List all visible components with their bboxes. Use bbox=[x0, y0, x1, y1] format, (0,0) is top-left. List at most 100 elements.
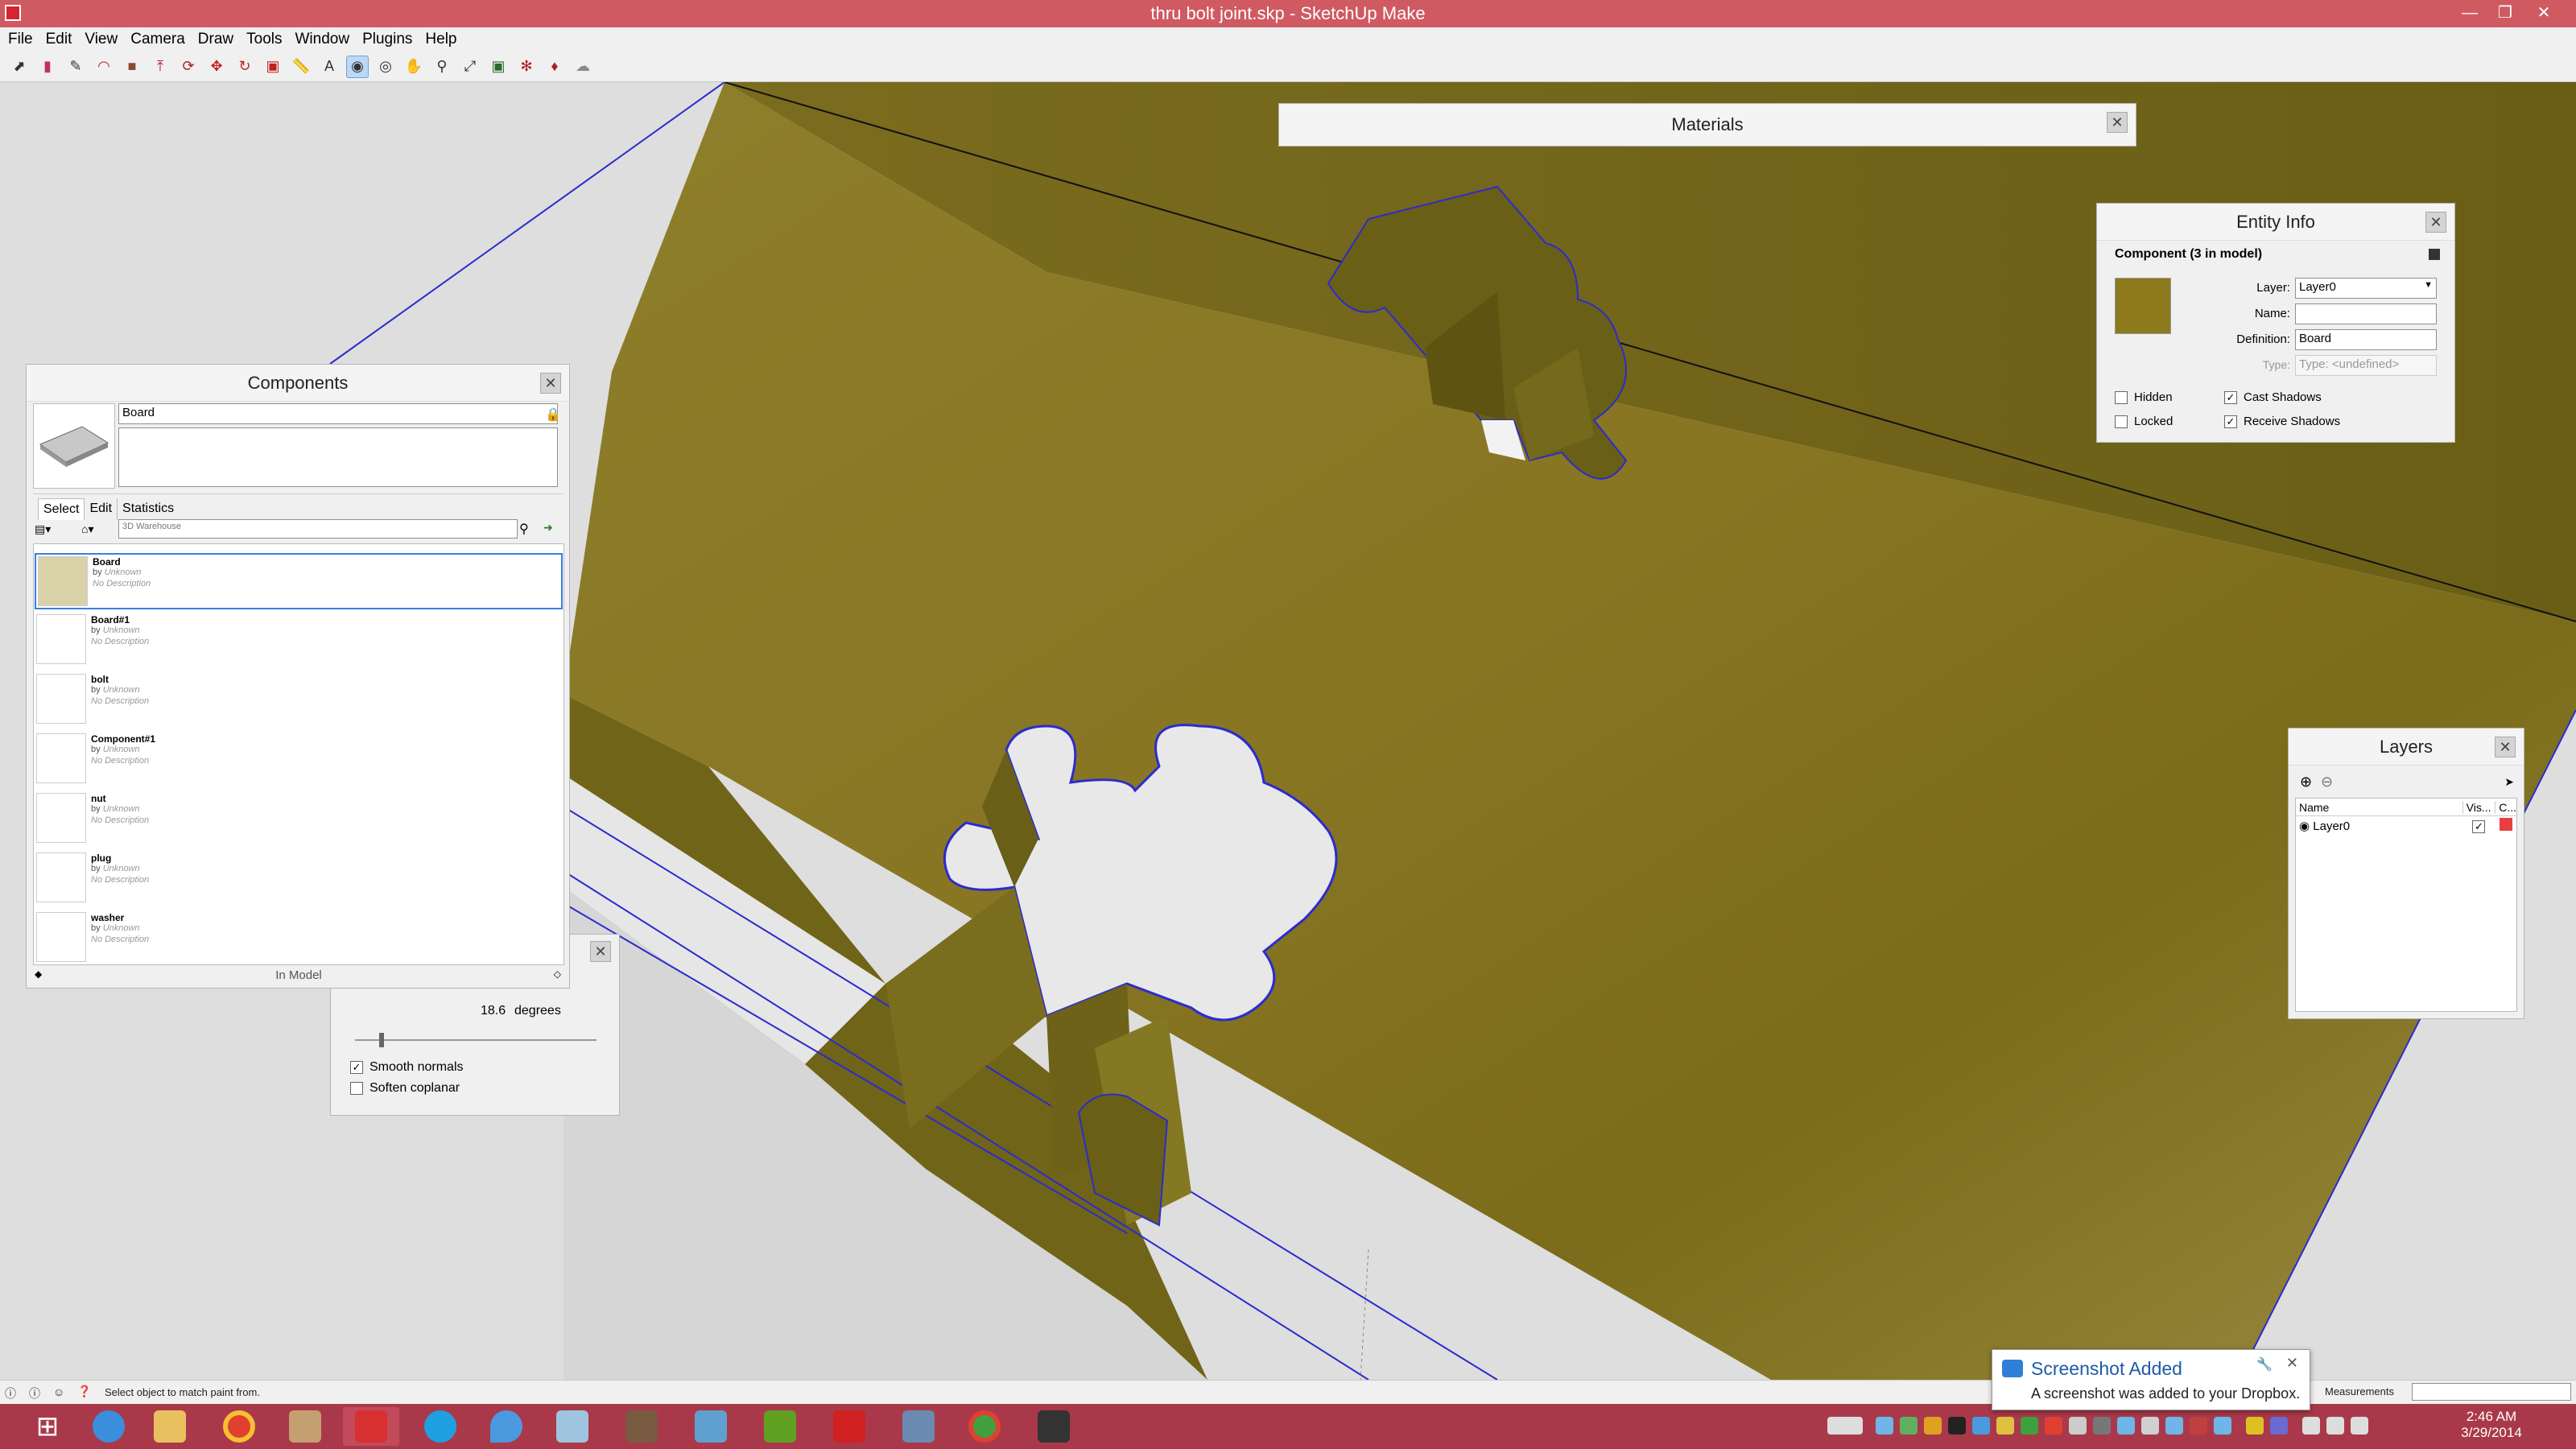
menu-window[interactable]: Window bbox=[295, 31, 350, 48]
skype-icon[interactable] bbox=[412, 1407, 469, 1446]
table-row[interactable]: ◉ Layer0 ✓ bbox=[2296, 816, 2516, 836]
sketchup-app-icon[interactable] bbox=[5, 5, 21, 21]
tray-app-icon[interactable] bbox=[1924, 1417, 1942, 1435]
zoom-extents-icon[interactable]: ⤢ bbox=[459, 56, 481, 78]
search-icon[interactable]: ⚲ bbox=[519, 521, 529, 537]
entity-info-title-bar[interactable]: Entity Info ✕ bbox=[2097, 204, 2454, 241]
minimize-button[interactable]: — bbox=[2454, 2, 2486, 24]
tab-statistics[interactable]: Statistics bbox=[117, 498, 179, 520]
soften-edges-close-button[interactable]: ✕ bbox=[590, 941, 611, 962]
list-item[interactable]: bolt by Unknown No Description bbox=[35, 672, 563, 729]
component-name-field[interactable]: Board bbox=[118, 403, 558, 424]
list-item[interactable]: plug by Unknown No Description bbox=[35, 851, 563, 907]
angle-slider-track[interactable] bbox=[355, 1039, 597, 1041]
pencil-icon[interactable]: ✎ bbox=[64, 56, 87, 78]
entity-info-close-button[interactable]: ✕ bbox=[2425, 212, 2446, 233]
layers-title-bar[interactable]: Layers ✕ bbox=[2289, 729, 2524, 766]
view-options-icon[interactable]: ▤▾ bbox=[35, 522, 51, 536]
zoom-icon[interactable]: ⚲ bbox=[431, 56, 453, 78]
tray-app-icon[interactable] bbox=[1948, 1417, 1966, 1435]
hidden-option[interactable]: Hidden bbox=[2115, 390, 2173, 405]
menu-camera[interactable]: Camera bbox=[130, 31, 185, 48]
warehouse-icon[interactable]: ▣ bbox=[487, 56, 510, 78]
layer-color-column[interactable]: C... bbox=[2496, 801, 2516, 814]
sketchup-icon[interactable] bbox=[343, 1407, 399, 1446]
list-item[interactable]: Board#1 by Unknown No Description bbox=[35, 613, 563, 669]
components-title-bar[interactable]: Components ✕ bbox=[27, 365, 569, 402]
tab-edit[interactable]: Edit bbox=[85, 498, 117, 520]
tray-app-icon[interactable] bbox=[2190, 1417, 2207, 1435]
books-icon[interactable] bbox=[613, 1407, 670, 1446]
geo-location-icon[interactable]: ⓘ bbox=[5, 1385, 16, 1402]
library-icon[interactable] bbox=[277, 1407, 333, 1446]
cast-shadows-checkbox[interactable]: ✓ bbox=[2224, 391, 2237, 405]
settings-icon[interactable]: 🔧 bbox=[2256, 1356, 2273, 1373]
keyboard-icon[interactable] bbox=[1827, 1417, 1863, 1435]
warehouse-search-field[interactable]: 3D Warehouse bbox=[118, 519, 518, 539]
tray-app-icon[interactable] bbox=[2117, 1417, 2135, 1435]
orbit-icon[interactable]: ◎ bbox=[374, 56, 397, 78]
delete-layer-icon[interactable]: ⊖ bbox=[2321, 774, 2333, 791]
tray-app-icon[interactable] bbox=[2141, 1417, 2159, 1435]
inkscape-icon[interactable] bbox=[1026, 1407, 1082, 1446]
layers-close-button[interactable]: ✕ bbox=[2495, 737, 2516, 758]
components-close-button[interactable]: ✕ bbox=[540, 373, 561, 394]
ruby-icon[interactable]: ♦ bbox=[543, 56, 566, 78]
calculator-icon[interactable] bbox=[890, 1407, 947, 1446]
tray-app-icon[interactable] bbox=[2069, 1417, 2087, 1435]
signal-icon[interactable] bbox=[2326, 1417, 2344, 1435]
list-item[interactable]: washer by Unknown No Description bbox=[35, 910, 563, 967]
definition-field[interactable]: Board bbox=[2295, 329, 2437, 350]
menu-draw[interactable]: Draw bbox=[198, 31, 233, 48]
restore-button[interactable]: ❐ bbox=[2489, 2, 2521, 24]
material-swatch[interactable] bbox=[2115, 278, 2171, 334]
tray-app-icon[interactable] bbox=[1900, 1417, 1918, 1435]
detail-toggle-icon[interactable]: ◇ bbox=[554, 968, 561, 980]
start-icon[interactable]: ⊞ bbox=[19, 1407, 76, 1446]
layer-dropdown[interactable]: Layer0 ▼ bbox=[2295, 278, 2437, 299]
network-icon[interactable] bbox=[683, 1407, 739, 1446]
menu-plugins[interactable]: Plugins bbox=[362, 31, 412, 48]
chrome-icon[interactable] bbox=[211, 1407, 267, 1446]
sandbox-icon[interactable]: ☁ bbox=[572, 56, 594, 78]
tray-app-icon[interactable] bbox=[2021, 1417, 2038, 1435]
rotate-icon[interactable]: ↻ bbox=[233, 56, 256, 78]
layers-details-icon[interactable]: ➤ bbox=[2504, 775, 2514, 789]
file-explorer-icon[interactable] bbox=[142, 1407, 198, 1446]
tray-app-icon[interactable] bbox=[1876, 1417, 1893, 1435]
move-icon[interactable]: ✥ bbox=[205, 56, 228, 78]
layer-visible-checkbox[interactable]: ✓ bbox=[2462, 819, 2496, 833]
extension-icon[interactable]: ✻ bbox=[515, 56, 538, 78]
navigate-forward-icon[interactable]: ➜ bbox=[543, 521, 553, 535]
list-item[interactable]: Component#1 by Unknown No Description bbox=[35, 732, 563, 788]
xmind-icon[interactable] bbox=[821, 1407, 877, 1446]
dropbox-icon[interactable] bbox=[478, 1407, 535, 1446]
close-button[interactable]: ✕ bbox=[2528, 2, 2560, 24]
tape-icon[interactable]: 📏 bbox=[290, 56, 312, 78]
smooth-normals-option[interactable]: ✓ Smooth normals bbox=[350, 1060, 464, 1075]
name-field[interactable] bbox=[2295, 303, 2437, 324]
text-icon[interactable]: A bbox=[318, 56, 341, 78]
receive-shadows-checkbox[interactable]: ✓ bbox=[2224, 415, 2237, 429]
dropbox-tray-icon[interactable] bbox=[1972, 1417, 1990, 1435]
tray-app-icon[interactable] bbox=[2270, 1417, 2288, 1435]
pushpull-icon[interactable]: ⤒ bbox=[149, 56, 171, 78]
menu-view[interactable]: View bbox=[85, 31, 118, 48]
followme-icon[interactable]: ⟳ bbox=[177, 56, 200, 78]
layer-visible-column[interactable]: Vis... bbox=[2463, 800, 2496, 814]
close-icon[interactable]: ✕ bbox=[2286, 1355, 2298, 1372]
soften-coplanar-option[interactable]: Soften coplanar bbox=[350, 1081, 460, 1096]
paint-icon[interactable]: ◉ bbox=[346, 55, 369, 78]
menu-file[interactable]: File bbox=[8, 31, 33, 48]
menu-edit[interactable]: Edit bbox=[46, 31, 72, 48]
tab-select[interactable]: Select bbox=[38, 498, 85, 520]
materials-close-button[interactable]: ✕ bbox=[2107, 112, 2128, 133]
help-icon[interactable]: ❓ bbox=[77, 1385, 91, 1398]
layer-color-swatch[interactable] bbox=[2496, 818, 2516, 834]
locked-checkbox[interactable] bbox=[2115, 415, 2128, 429]
scale-icon[interactable]: ▣ bbox=[262, 56, 284, 78]
chrome-icon[interactable] bbox=[956, 1407, 1013, 1446]
list-item[interactable]: Board by Unknown No Description bbox=[35, 553, 563, 609]
pan-icon[interactable]: ✋ bbox=[402, 56, 425, 78]
tray-app-icon[interactable] bbox=[2246, 1417, 2264, 1435]
